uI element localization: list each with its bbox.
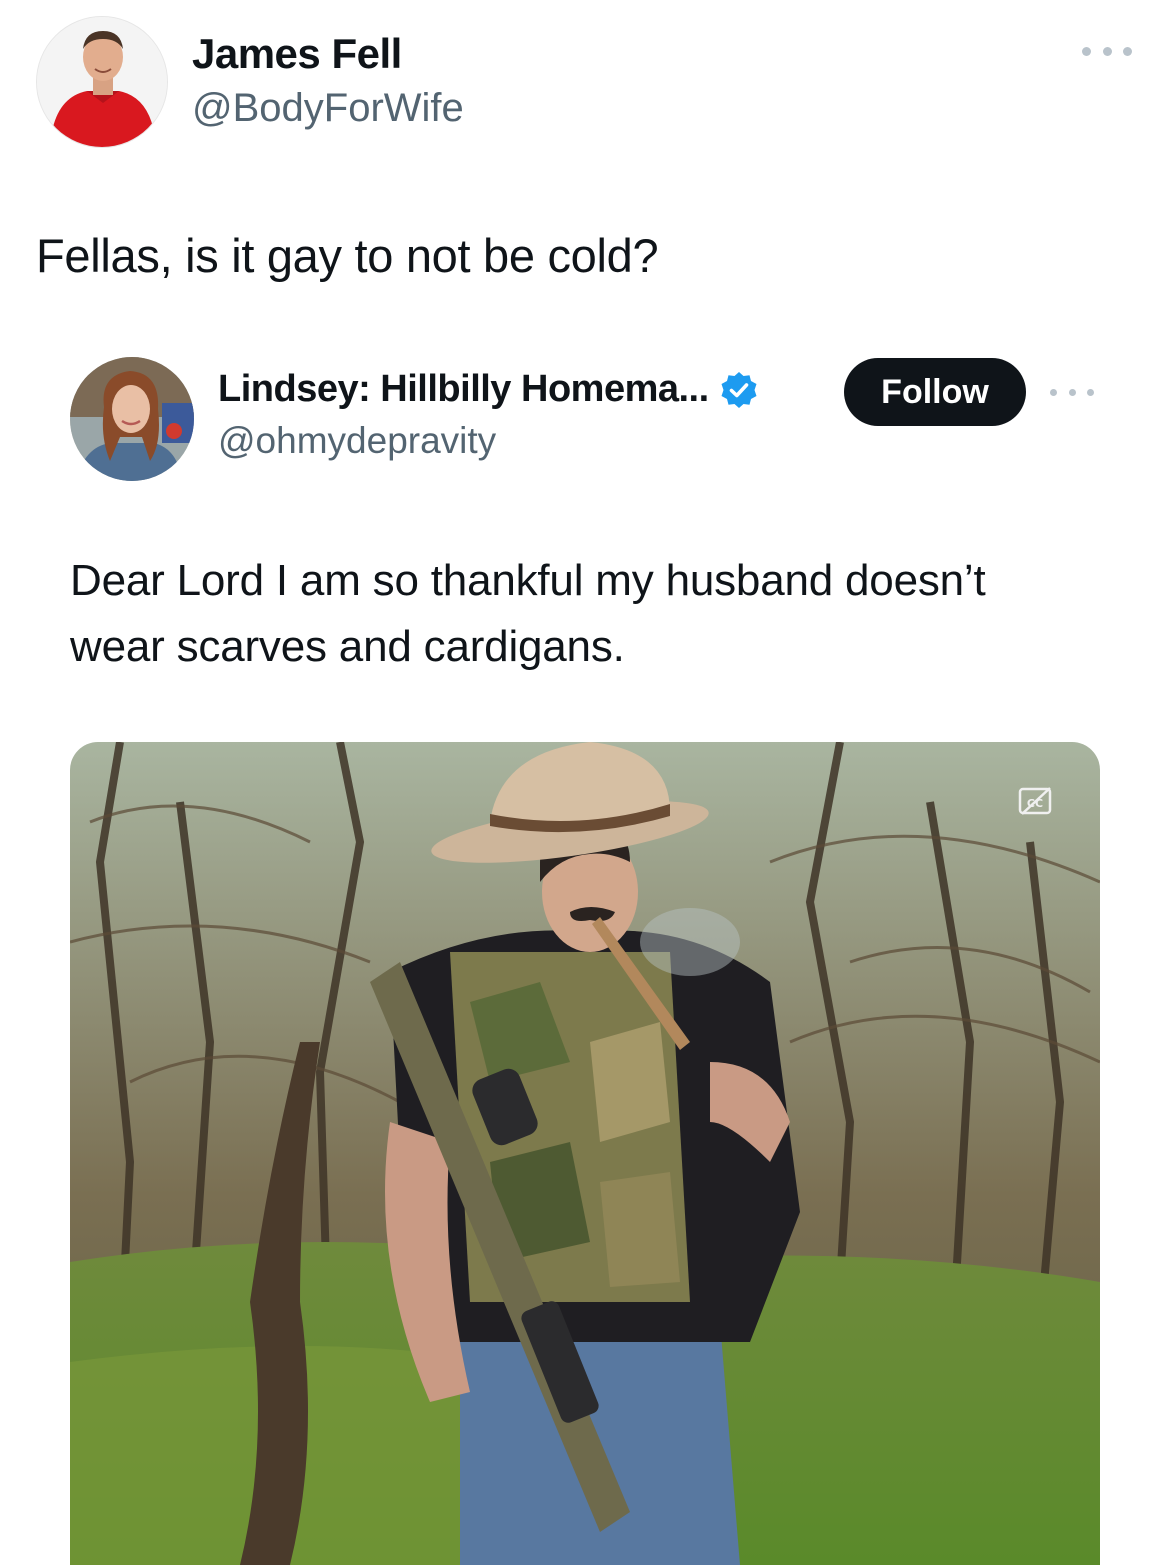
quoted-author-avatar[interactable] bbox=[70, 357, 194, 481]
quoted-author-name[interactable]: Lindsey: Hillbilly Homema... bbox=[218, 368, 709, 411]
more-options-icon[interactable] bbox=[1082, 36, 1132, 66]
closed-captions-icon[interactable]: CC bbox=[1018, 786, 1054, 816]
quoted-author-handle[interactable]: @ohmydepravity bbox=[218, 420, 496, 462]
quoted-tweet-text-line: wear scarves and cardigans. bbox=[70, 622, 625, 671]
verified-badge-icon bbox=[721, 371, 757, 408]
quoted-author-row: Lindsey: Hillbilly Homema... bbox=[218, 368, 759, 411]
author-name[interactable]: James Fell bbox=[192, 30, 402, 78]
follow-button[interactable]: Follow bbox=[844, 358, 1026, 426]
profile-photo-woman bbox=[70, 357, 194, 481]
quoted-tweet-text: Dear Lord I am so thankful my husband do… bbox=[70, 548, 1110, 680]
tweet-text: Fellas, is it gay to not be cold? bbox=[36, 229, 659, 282]
photo-man-in-woods bbox=[70, 742, 1100, 1565]
author-avatar[interactable] bbox=[36, 16, 168, 148]
quoted-tweet-text-line: Dear Lord I am so thankful my husband do… bbox=[70, 556, 986, 605]
quoted-more-options-icon[interactable] bbox=[1050, 380, 1094, 404]
profile-photo-man-red-shirt bbox=[37, 17, 167, 147]
author-handle[interactable]: @BodyForWife bbox=[192, 86, 464, 131]
tweet-media-photo[interactable]: CC bbox=[70, 742, 1100, 1565]
